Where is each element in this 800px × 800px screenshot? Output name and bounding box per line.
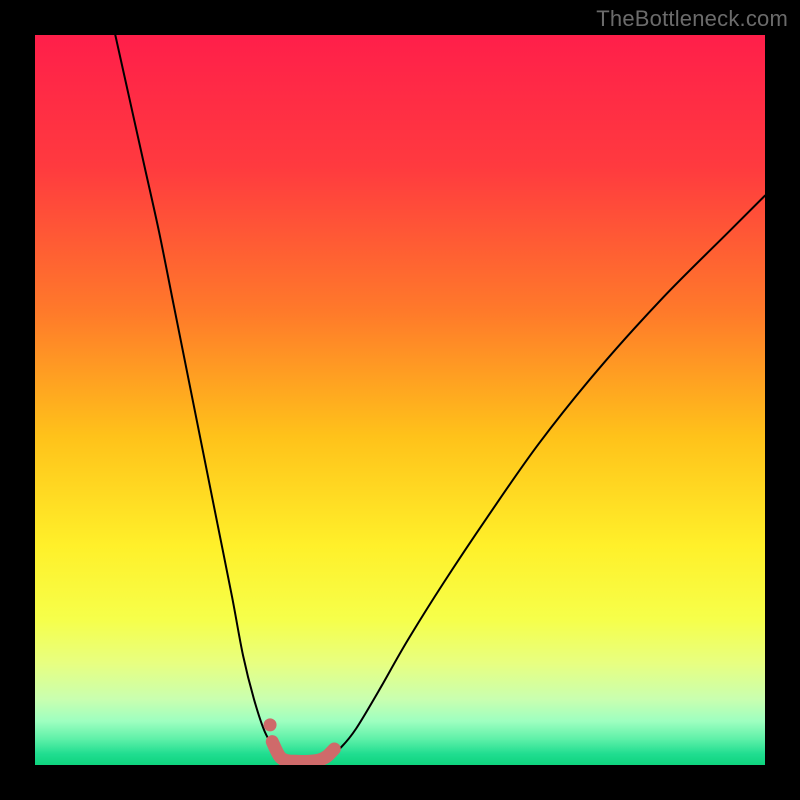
gradient-background — [35, 35, 765, 765]
watermark-text: TheBottleneck.com — [596, 6, 788, 32]
trough-dot-marker — [264, 718, 277, 731]
plot-area — [35, 35, 765, 765]
chart-svg — [35, 35, 765, 765]
chart-frame: TheBottleneck.com — [0, 0, 800, 800]
